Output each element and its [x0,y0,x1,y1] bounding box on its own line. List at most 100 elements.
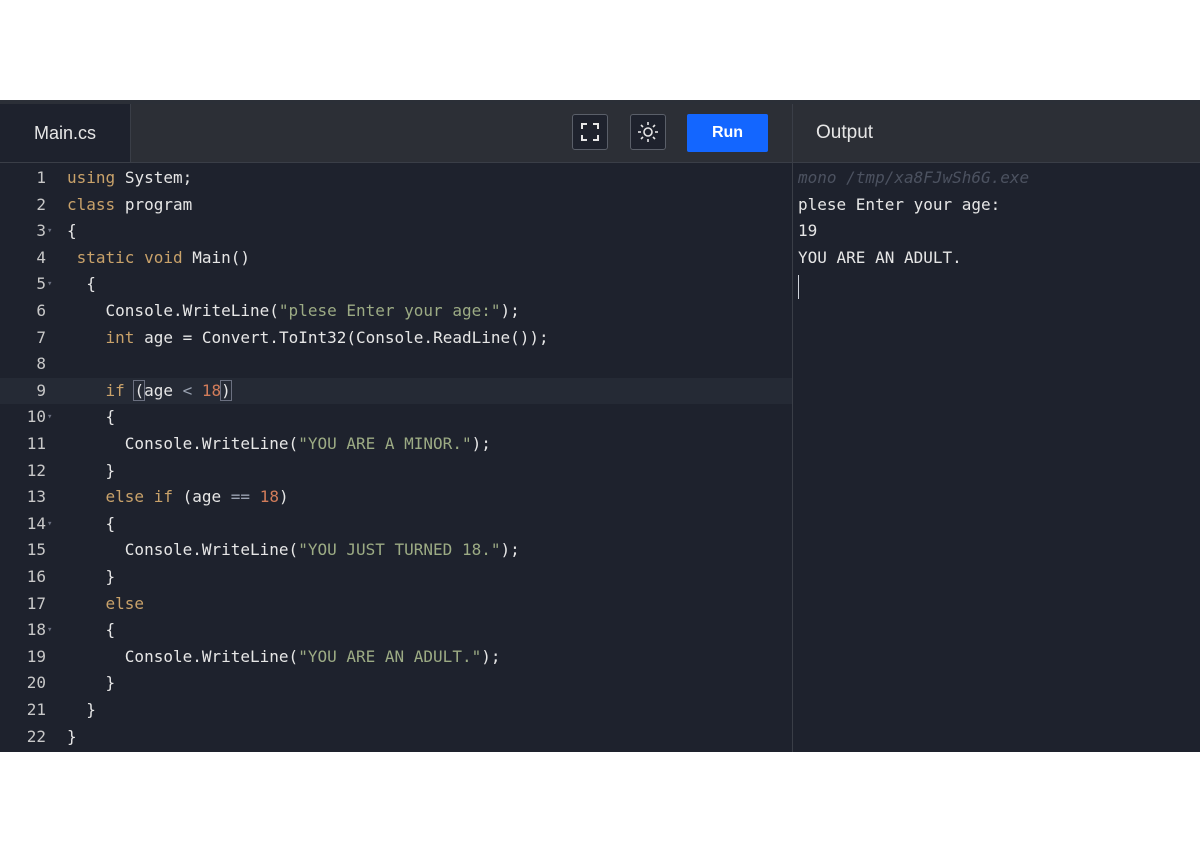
keyword: static [76,247,135,267]
fold-arrow-icon[interactable]: ▾ [47,404,52,431]
pane-divider[interactable] [792,104,793,752]
line-number: 8 [36,354,46,374]
string-literal: "plese Enter your age:" [278,301,501,320]
code-line: 13 else if (age == 18) [0,484,792,511]
line-number: 4 [36,247,46,267]
line-number: 5 [36,274,46,294]
code-token: Console.WriteLine( [124,646,299,666]
line-number: 18 [26,620,46,640]
code-line: 15 Console.WriteLine("YOU JUST TURNED 18… [0,537,792,564]
output-title: Output [816,122,874,143]
matched-bracket: ( [133,379,146,401]
code-line: 6 Console.WriteLine("plese Enter your ag… [0,298,792,325]
operator: == [230,487,251,507]
number-literal: 18 [259,487,279,507]
line-number: 13 [26,487,46,507]
code-line: 19 Console.WriteLine("YOU ARE AN ADULT."… [0,644,792,671]
code-token: { [105,513,116,533]
code-token: age [144,380,173,400]
line-number: 17 [26,593,46,613]
line-number: 2 [36,194,46,214]
line-number: 1 [36,168,46,187]
keyword: using [67,168,116,187]
code-line: 16 } [0,564,792,591]
tab-main-cs[interactable]: Main.cs [0,104,131,162]
code-text: else if (age == 18) [67,484,289,511]
code-line: 3 ▾ { [0,218,792,245]
code-token: { [105,407,116,427]
line-number: 7 [36,327,46,347]
code-token: } [105,460,116,480]
keyword: if [105,380,125,400]
line-number: 6 [36,301,46,320]
code-line: 7 int age = Convert.ToInt32(Console.Read… [0,325,792,352]
code-text: Console.WriteLine("YOU JUST TURNED 18.")… [67,537,520,564]
code-editor-app: Main.cs Run Output 1 using System; 2 cla… [0,100,1200,752]
fullscreen-button[interactable] [572,114,608,150]
code-text: } [67,697,96,724]
code-text: Console.WriteLine("plese Enter your age:… [67,298,520,325]
output-header: Output [793,104,1200,163]
code-token: System; [124,168,193,187]
code-token: ); [481,646,501,666]
code-token: program [124,194,193,214]
code-token: } [67,726,77,746]
line-number: 10 [26,407,46,427]
code-text: } [67,724,77,751]
code-line-active: 9 if (age < 18) [0,377,792,405]
theme-toggle-button[interactable] [630,114,666,150]
code-token: ) [278,487,289,507]
code-token: } [105,673,116,693]
editor-toolbar: Main.cs Run [0,104,792,163]
code-editor[interactable]: 1 using System; 2 class program 3 ▾ { 4 … [0,163,792,752]
fold-arrow-icon[interactable]: ▾ [47,271,52,298]
code-token: { [86,274,96,294]
line-number: 9 [36,380,46,400]
line-number: 12 [26,460,46,480]
code-line: 12 } [0,458,792,485]
code-line: 17 else [0,591,792,618]
code-token: (age [182,487,222,507]
fold-arrow-icon[interactable]: ▾ [47,218,52,245]
keyword: class [67,194,116,214]
line-number: 16 [26,567,46,586]
code-text: using System; [67,165,192,192]
string-literal: "YOU ARE A MINOR." [298,434,472,453]
code-text: static void Main() [67,245,250,272]
code-line: 1 using System; [0,165,792,192]
code-token: ); [500,301,520,320]
code-text: } [67,670,116,697]
line-number: 21 [26,700,46,719]
output-command-line: mono /tmp/xa8FJwSh6G.exe [798,168,1030,187]
keyword: int [105,327,135,347]
code-text: } [67,458,116,485]
fold-arrow-icon[interactable]: ▾ [47,511,52,538]
code-token: ); [471,434,491,453]
output-console[interactable]: mono /tmp/xa8FJwSh6G.exe plese Enter you… [798,163,1198,752]
run-button[interactable]: Run [687,114,768,152]
matched-bracket: ) [220,379,232,401]
code-line: 8 [0,351,792,378]
line-number: 3 [36,221,46,241]
code-token: age = Convert.ToInt32(Console.ReadLine()… [144,327,549,347]
operator: < [182,380,193,400]
code-token: Console.WriteLine( [124,434,299,453]
code-line: 4 static void Main() [0,245,792,272]
line-number: 11 [26,434,46,453]
code-line: 5 ▾ { [0,271,792,298]
code-token: Console.WriteLine( [124,540,299,560]
code-text: Console.WriteLine("YOU ARE A MINOR."); [67,431,491,458]
code-token: { [67,221,77,241]
fold-arrow-icon[interactable]: ▾ [47,617,52,644]
code-text: else [67,591,145,618]
code-text: { [67,617,116,644]
text-cursor [798,275,799,299]
line-number: 22 [26,726,46,746]
keyword: else if [105,487,173,507]
string-literal: "YOU JUST TURNED 18." [298,540,501,560]
output-line: YOU ARE AN ADULT. [798,247,962,267]
fullscreen-icon [581,123,599,141]
keyword: else [105,593,145,613]
number-literal: 18 [201,380,222,400]
code-text: } [67,564,116,591]
